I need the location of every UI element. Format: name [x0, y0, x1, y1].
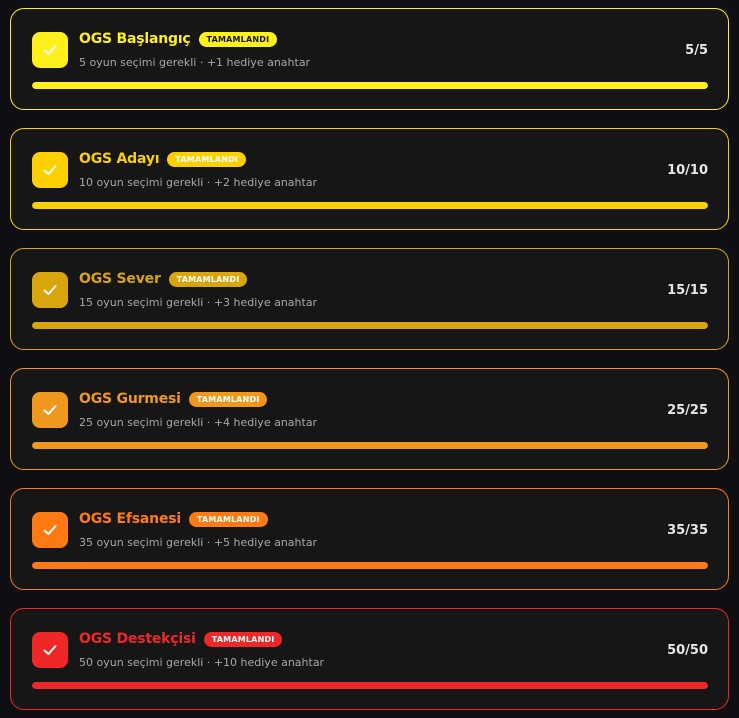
check-icon [32, 512, 68, 548]
title-row: OGS Gurmesi TAMAMLANDI [79, 391, 268, 407]
progress-fill [32, 202, 708, 209]
completed-badge: TAMAMLANDI [167, 151, 247, 167]
level-title: OGS Destekçisi [79, 631, 196, 647]
level-requirement: 15 oyun seçimi gerekli · +3 hediye anaht… [79, 296, 318, 309]
progress-fill [32, 82, 708, 89]
level-title: OGS Efsanesi [79, 511, 181, 527]
completed-badge: TAMAMLANDI [188, 391, 268, 407]
level-title: OGS Sever [79, 271, 161, 287]
level-requirement: 35 oyun seçimi gerekli · +5 hediye anaht… [79, 536, 318, 549]
progress-fill [32, 442, 708, 449]
progress-fill [32, 682, 708, 689]
level-count: 35/35 [667, 523, 708, 538]
progress-fill [32, 322, 708, 329]
check-icon [32, 272, 68, 308]
level-requirement: 5 oyun seçimi gerekli · +1 hediye anahta… [79, 56, 311, 69]
title-row: OGS Sever TAMAMLANDI [79, 271, 248, 287]
level-card: OGS Başlangıç TAMAMLANDI 5 oyun seçimi g… [10, 8, 729, 110]
progress-bar [32, 322, 708, 329]
title-row: OGS Başlangıç TAMAMLANDI [79, 31, 278, 47]
title-row: OGS Destekçisi TAMAMLANDI [79, 631, 283, 647]
check-icon [32, 392, 68, 428]
title-row: OGS Adayı TAMAMLANDI [79, 151, 247, 167]
level-card: OGS Adayı TAMAMLANDI 10 oyun seçimi gere… [10, 128, 729, 230]
level-requirement: 25 oyun seçimi gerekli · +4 hediye anaht… [79, 416, 318, 429]
progress-fill [32, 562, 708, 569]
level-card: OGS Sever TAMAMLANDI 15 oyun seçimi gere… [10, 248, 729, 350]
level-count: 5/5 [685, 43, 708, 58]
completed-badge: TAMAMLANDI [168, 271, 248, 287]
title-row: OGS Efsanesi TAMAMLANDI [79, 511, 268, 527]
level-requirement: 50 oyun seçimi gerekli · +10 hediye anah… [79, 656, 325, 669]
progress-bar [32, 82, 708, 89]
level-requirement: 10 oyun seçimi gerekli · +2 hediye anaht… [79, 176, 318, 189]
check-icon [32, 32, 68, 68]
level-count: 15/15 [667, 283, 708, 298]
level-count: 25/25 [667, 403, 708, 418]
check-icon [32, 152, 68, 188]
progress-bar [32, 682, 708, 689]
level-title: OGS Adayı [79, 151, 160, 167]
completed-badge: TAMAMLANDI [198, 31, 278, 47]
completed-badge: TAMAMLANDI [188, 511, 268, 527]
level-title: OGS Başlangıç [79, 31, 191, 47]
progress-bar [32, 202, 708, 209]
level-count: 10/10 [667, 163, 708, 178]
level-card: OGS Efsanesi TAMAMLANDI 35 oyun seçimi g… [10, 488, 729, 590]
progress-bar [32, 562, 708, 569]
level-card: OGS Gurmesi TAMAMLANDI 25 oyun seçimi ge… [10, 368, 729, 470]
progress-bar [32, 442, 708, 449]
completed-badge: TAMAMLANDI [203, 631, 283, 647]
level-card: OGS Destekçisi TAMAMLANDI 50 oyun seçimi… [10, 608, 729, 710]
check-icon [32, 632, 68, 668]
level-count: 50/50 [667, 643, 708, 658]
level-title: OGS Gurmesi [79, 391, 181, 407]
achievement-list: OGS Başlangıç TAMAMLANDI 5 oyun seçimi g… [0, 0, 739, 718]
